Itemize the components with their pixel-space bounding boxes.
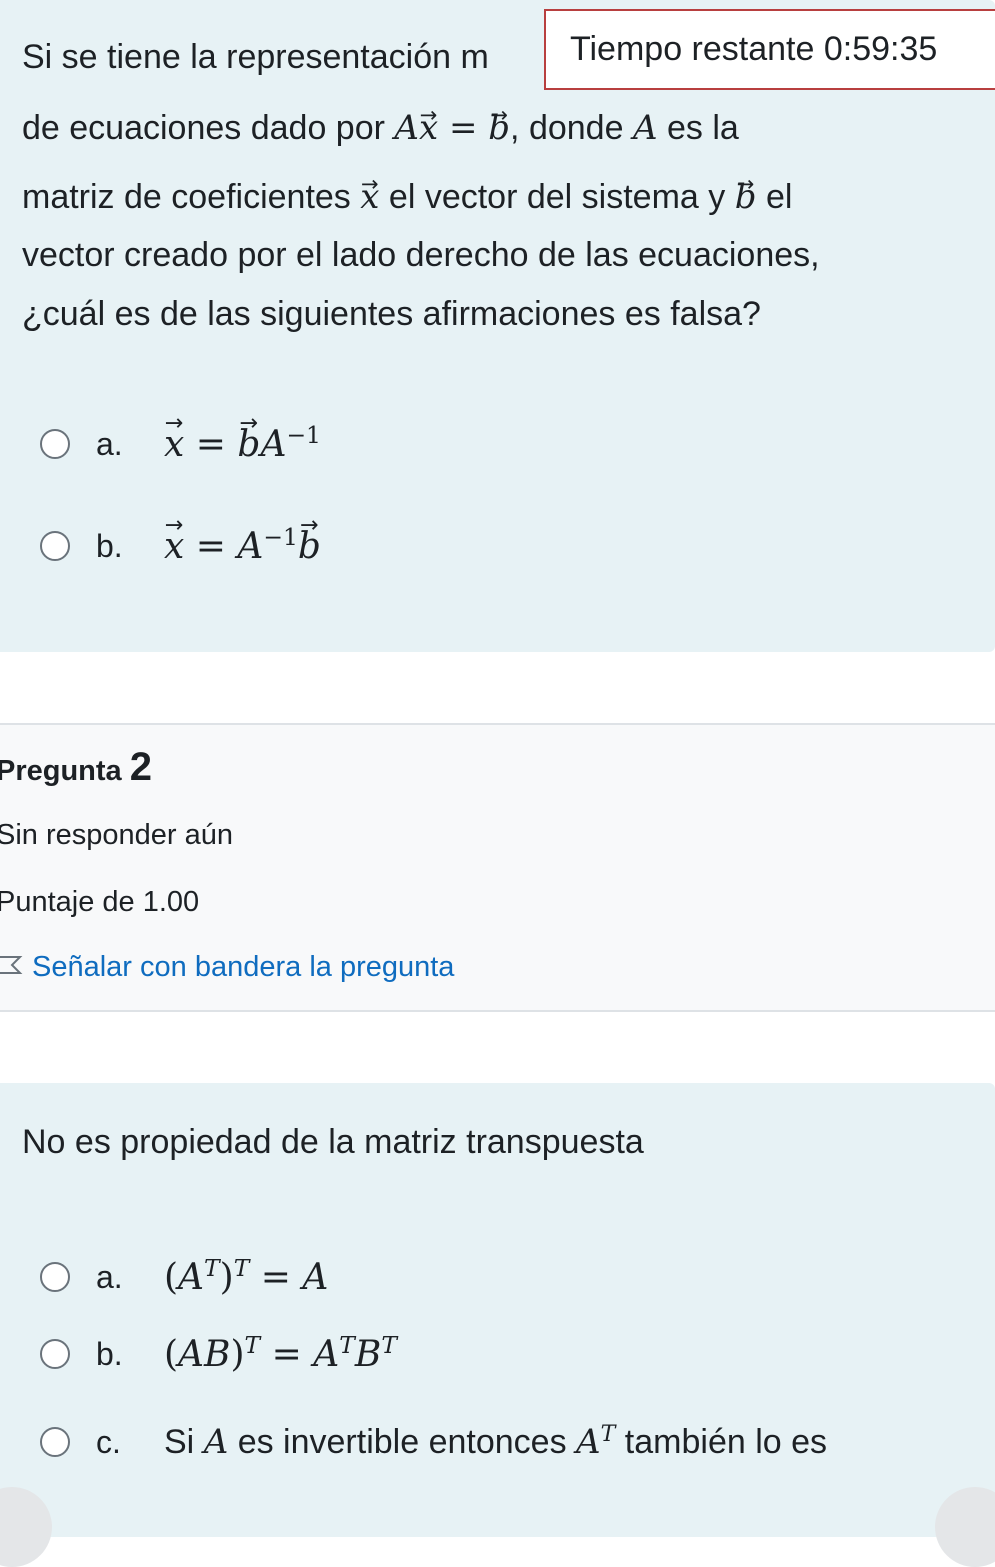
q1-option-b[interactable]: b. x = A−1b: [40, 521, 321, 571]
question-2-text: No es propiedad de la matriz transpuesta: [22, 1123, 644, 1161]
q2-option-b[interactable]: b. (AB)T = ATBT: [40, 1329, 397, 1379]
question-1-box: Si se tiene la representación m de ecuac…: [0, 0, 995, 652]
question-2-info: Pregunta 2 Sin responder aún Puntaje de …: [0, 723, 995, 1012]
q2-option-c-label: c.: [96, 1423, 121, 1460]
question-1-line-4: vector creado por el lado derecho de las…: [22, 236, 820, 274]
q1-option-a-label: a.: [96, 425, 123, 462]
q2-option-c[interactable]: c. Si A es invertible entonces AT tambié…: [40, 1417, 827, 1467]
question-status: Sin responder aún: [0, 819, 233, 851]
question-2-title: Pregunta 2: [0, 745, 152, 789]
q1-option-a[interactable]: a. x = bA−1: [40, 419, 321, 469]
question-1-line-5: ¿cuál es de las siguientes afirmaciones …: [22, 295, 761, 333]
q2-option-c-radio[interactable]: [40, 1427, 70, 1457]
flag-icon: [0, 955, 23, 974]
question-score: Puntaje de 1.00: [0, 886, 200, 918]
q2-option-b-formula: (AB)T = ATBT: [164, 1330, 397, 1375]
question-1-line-1: Si se tiene la representación m: [22, 38, 489, 76]
flag-question-link[interactable]: Señalar con bandera la pregunta: [0, 951, 454, 984]
q1-option-a-radio[interactable]: [40, 429, 70, 459]
q1-option-b-radio[interactable]: [40, 531, 70, 561]
q2-option-c-text: Si A es invertible entonces AT también l…: [164, 1420, 828, 1462]
timer-label: Tiempo restante: [570, 30, 815, 68]
q2-option-a-formula: (AT)T = A: [164, 1253, 329, 1298]
q2-option-a[interactable]: a. (AT)T = A: [40, 1252, 328, 1302]
q2-option-b-radio[interactable]: [40, 1339, 70, 1369]
question-2-box: No es propiedad de la matriz transpuesta…: [0, 1083, 995, 1537]
question-1-line-3: matriz de coeficientes x el vector del s…: [22, 180, 792, 214]
q2-option-a-label: a.: [96, 1258, 123, 1295]
time-remaining-box: Tiempo restante 0:59:35: [544, 9, 995, 90]
q1-option-b-label: b.: [96, 527, 123, 564]
flag-question-label[interactable]: Señalar con bandera la pregunta: [32, 951, 454, 984]
q1-option-a-formula: x = bA−1: [164, 423, 321, 465]
q2-option-b-label: b.: [96, 1335, 123, 1372]
question-1-line-2: de ecuaciones dado por Ax = b, donde A e…: [22, 111, 739, 145]
q1-option-b-formula: x = A−1b: [164, 525, 321, 567]
q2-option-a-radio[interactable]: [40, 1262, 70, 1292]
timer-value: 0:59:35: [823, 30, 938, 68]
